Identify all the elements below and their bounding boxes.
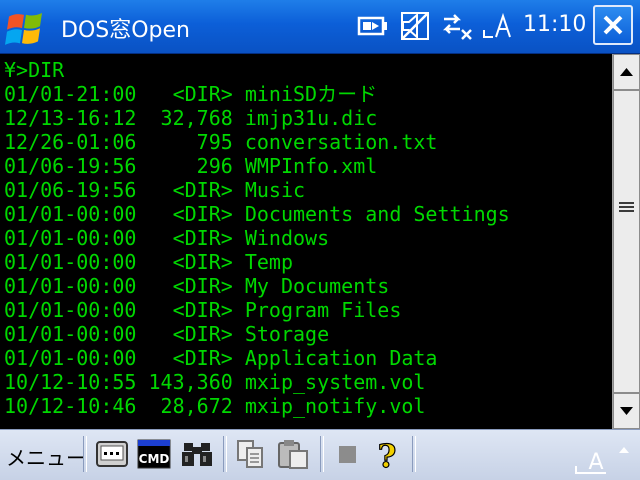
cmd-icon[interactable]: CMD [137,437,171,471]
signal-icon[interactable] [481,10,515,42]
help-icon-label: ? [378,437,397,471]
cmd-icon-label: CMD [139,452,170,466]
binoculars-icon[interactable] [180,437,214,471]
scroll-down-button[interactable] [613,393,640,429]
console-line: ¥>DIR [4,58,65,82]
menu-button[interactable]: メニュー [6,442,86,471]
copy-icon[interactable] [234,437,268,471]
windows-start-icon[interactable] [4,5,46,47]
console-line: 01/06-19:56 <DIR> Music [4,178,306,202]
console-line: 01/01-00:00 <DIR> My Documents [4,274,390,298]
input-panel-label: A [588,450,603,475]
title-bar: DOS窓Open 11:10 [0,0,640,54]
scroll-up-button[interactable] [613,54,640,90]
console-line: 10/12-10:46 28,672 mxip_notify.vol [4,394,426,418]
scroll-thumb-grip-icon [619,202,634,212]
scroll-up-arrow-icon [620,68,633,76]
clock[interactable]: 11:10 [523,12,586,37]
input-panel-icon[interactable]: A [572,436,634,476]
paste-icon[interactable] [276,437,310,471]
console-line: 01/01-00:00 <DIR> Windows [4,226,330,250]
console-output[interactable]: ¥>DIR 01/01-21:00 <DIR> miniSDカード 12/13-… [0,54,612,429]
connectivity-icon[interactable] [440,10,474,42]
battery-icon[interactable] [356,10,390,42]
keyboard-icon[interactable] [95,437,129,471]
stop-icon[interactable] [330,437,364,471]
console-line: 01/01-00:00 <DIR> Temp [4,250,293,274]
volume-muted-icon[interactable] [398,10,432,42]
console-line: 01/01-00:00 <DIR> Application Data [4,346,438,370]
console-line: 01/01-00:00 <DIR> Documents and Settings [4,202,510,226]
scroll-down-arrow-icon [620,407,633,415]
scroll-thumb[interactable] [613,90,640,393]
toolbar-separator [223,436,227,472]
command-bar: メニュー CMD ? A [0,429,640,480]
console-line: 12/26-01:06 795 conversation.txt [4,130,438,154]
close-button[interactable] [593,5,633,45]
console-line: 10/12-10:55 143,360 mxip_system.vol [4,370,426,394]
console-line: 01/01-00:00 <DIR> Program Files [4,298,402,322]
vertical-scrollbar[interactable] [612,54,640,429]
app-title: DOS窓Open [61,18,190,43]
console-line: 01/01-00:00 <DIR> Storage [4,322,330,346]
toolbar-separator [412,436,416,472]
console-line: 12/13-16:12 32,768 imjp31u.dic [4,106,378,130]
toolbar-separator [83,436,87,472]
toolbar-separator [320,436,324,472]
console-line: 01/01-21:00 <DIR> miniSDカード [4,82,378,106]
console-line: 01/06-19:56 296 WMPInfo.xml [4,154,378,178]
help-icon[interactable]: ? [370,437,404,471]
close-icon [603,15,623,35]
